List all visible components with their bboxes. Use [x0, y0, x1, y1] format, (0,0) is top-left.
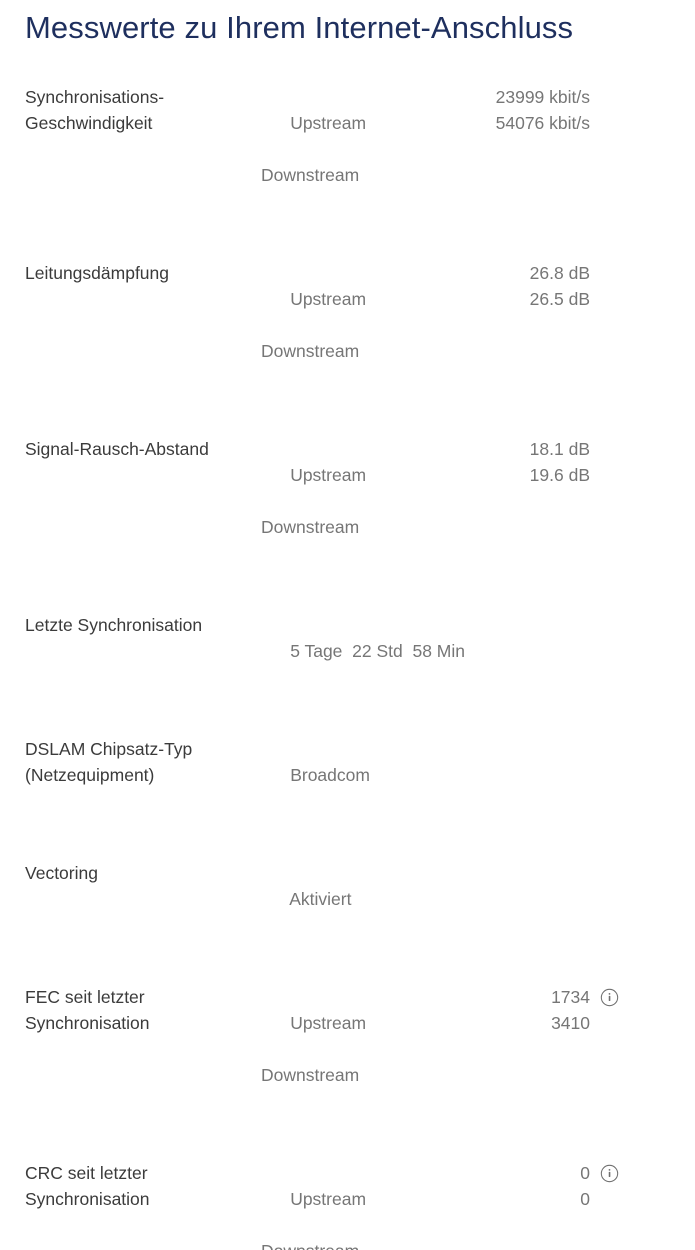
measurement-direction: Upstream Downstream: [261, 436, 451, 592]
measurement-value: 18.1 dB 19.6 dB: [451, 436, 590, 488]
measurement-label: CRC seit letzter Synchronisation: [0, 1160, 261, 1212]
measurement-label-line1: Leitungsdämpfung: [25, 263, 169, 283]
measurement-direction: 5 Tage 22 Std 58 Min: [261, 612, 465, 716]
measurement-value-line1: 26.8 dB: [529, 263, 590, 283]
measurement-value: 23999 kbit/s 54076 kbit/s: [451, 84, 590, 136]
measurement-info-slot: [590, 860, 650, 886]
measurement-direction-line2: Downstream: [261, 1238, 451, 1250]
measurement-info-slot: [590, 260, 650, 286]
measurement-value-line2: 3410: [551, 1013, 590, 1033]
measurement-label-line1: DSLAM Chipsatz-Typ: [25, 739, 193, 759]
measurement-label: DSLAM Chipsatz-Typ (Netzequipment): [0, 736, 261, 788]
measurement-row: Vectoring Aktiviert: [0, 860, 695, 964]
measurement-row: Signal-Rausch-Abstand Upstream Downstrea…: [0, 436, 695, 592]
measurement-value-line2: 54076 kbit/s: [495, 113, 590, 133]
measurement-label: Synchronisations- Geschwindigkeit: [0, 84, 261, 136]
measurement-label-line1: Letzte Synchronisation: [25, 615, 203, 635]
measurement-label-line1: Vectoring: [25, 863, 98, 883]
measurement-info-slot: [590, 612, 650, 638]
measurement-row: Letzte Synchronisation 5 Tage 22 Std 58 …: [0, 612, 695, 716]
measurement-value-line2: 26.5 dB: [529, 289, 590, 309]
measurement-label-line2: Geschwindigkeit: [25, 113, 153, 133]
measurement-label: Vectoring: [0, 860, 261, 886]
measurement-row: Synchronisations- Geschwindigkeit Upstre…: [0, 84, 695, 240]
measurement-direction-line1: Broadcom: [290, 765, 370, 785]
measurement-value-line2: 0: [580, 1189, 590, 1209]
measurement-value-line2: 19.6 dB: [529, 465, 590, 485]
measurement-label-line1: Signal-Rausch-Abstand: [25, 439, 209, 459]
measurement-label-line1: FEC seit letzter: [25, 987, 145, 1007]
measurement-direction-line2: Downstream: [261, 517, 360, 537]
measurement-label-line2: Synchronisation: [25, 1189, 150, 1209]
measurement-value-line1: 18.1 dB: [529, 439, 590, 459]
measurement-value: 1734 3410: [451, 984, 590, 1036]
info-circle-icon[interactable]: [600, 988, 619, 1007]
measurement-info-slot: [590, 1160, 650, 1186]
measurement-label-line1: Synchronisations-: [25, 87, 165, 107]
measurement-direction: Upstream Downstream: [261, 84, 451, 240]
measurement-label-line2: Synchronisation: [25, 1013, 150, 1033]
measurement-info-slot: [590, 436, 650, 462]
measurement-row: FEC seit letzter Synchronisation Upstrea…: [0, 984, 695, 1140]
measurement-direction-line1: Upstream: [290, 465, 367, 485]
measurement-info-slot: [590, 84, 650, 110]
measurement-direction-line1: Upstream: [290, 1013, 367, 1033]
measurement-direction: Aktiviert: [261, 860, 451, 964]
measurement-value-line1: 23999 kbit/s: [495, 87, 590, 107]
measurement-direction-line1: Aktiviert: [289, 889, 352, 909]
measurement-label: Letzte Synchronisation: [0, 612, 261, 638]
measurement-direction-line2: Downstream: [261, 341, 360, 361]
measurement-value: 0 0: [451, 1160, 590, 1212]
measurement-direction-line1: 5 Tage 22 Std 58 Min: [290, 641, 465, 661]
measurement-info-slot: [590, 984, 650, 1010]
measurement-direction-line1: Upstream: [290, 289, 367, 309]
measurement-label: FEC seit letzter Synchronisation: [0, 984, 261, 1036]
measurement-row: CRC seit letzter Synchronisation Upstrea…: [0, 1160, 695, 1250]
measurement-row: DSLAM Chipsatz-Typ (Netzequipment) Broad…: [0, 736, 695, 840]
measurement-direction: Upstream Downstream: [261, 984, 451, 1140]
measurement-direction-line2: Downstream: [261, 165, 360, 185]
info-circle-icon[interactable]: [600, 1164, 619, 1183]
measurement-direction-line1: Upstream: [290, 1189, 367, 1209]
measurements-page: Messwerte zu Ihrem Internet-Anschluss Sy…: [0, 0, 695, 1250]
measurement-direction-line2: Downstream: [261, 1065, 360, 1085]
measurement-direction-line1: Upstream: [290, 113, 367, 133]
measurement-value-line1: 0: [580, 1163, 590, 1183]
measurement-label-line1: CRC seit letzter: [25, 1163, 148, 1183]
measurement-label: Signal-Rausch-Abstand: [0, 436, 261, 462]
measurement-label: Leitungsdämpfung: [0, 260, 261, 286]
measurement-row: Leitungsdämpfung Upstream Downstream 26.…: [0, 260, 695, 416]
measurement-direction: Upstream Downstream: [261, 260, 451, 416]
measurement-label-line2: (Netzequipment): [25, 765, 155, 785]
measurement-value: 26.8 dB 26.5 dB: [451, 260, 590, 312]
measurements-list: Synchronisations- Geschwindigkeit Upstre…: [0, 84, 695, 1250]
measurement-info-slot: [590, 736, 650, 762]
measurement-direction: Broadcom: [261, 736, 451, 840]
measurement-direction: Upstream Downstream: [261, 1160, 451, 1250]
page-title: Messwerte zu Ihrem Internet-Anschluss: [25, 10, 574, 45]
measurement-value-line1: 1734: [551, 987, 590, 1007]
